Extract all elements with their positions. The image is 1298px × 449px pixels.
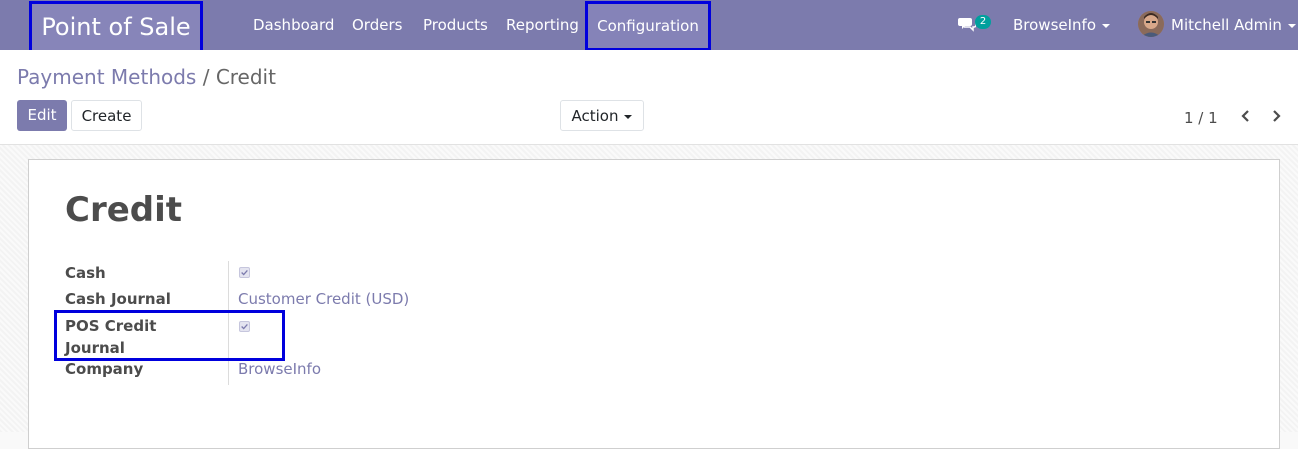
menu-reporting[interactable]: Reporting (506, 0, 579, 50)
menu-products[interactable]: Products (423, 0, 488, 50)
company-switcher[interactable]: BrowseInfo (1013, 0, 1111, 50)
menu-configuration[interactable]: Configuration (585, 1, 711, 51)
action-dropdown[interactable]: Action (560, 100, 644, 131)
chevron-down-icon (1287, 23, 1296, 28)
control-panel: Payment Methods / Credit Edit Create Act… (0, 50, 1298, 145)
check-icon (241, 270, 248, 276)
create-button[interactable]: Create (71, 100, 142, 131)
chevron-down-icon (624, 114, 633, 119)
message-count-badge: 2 (975, 15, 991, 29)
record-title: Credit (65, 190, 183, 230)
menu-dashboard[interactable]: Dashboard (253, 0, 334, 50)
edit-button[interactable]: Edit (17, 100, 67, 131)
pager-value[interactable]: 1 / 1 (1184, 109, 1218, 127)
app-brand[interactable]: Point of Sale (29, 1, 203, 54)
company-name: BrowseInfo (1013, 16, 1097, 34)
breadcrumb: Payment Methods / Credit (17, 65, 276, 89)
breadcrumb-separator: / (196, 65, 216, 89)
chat-icon[interactable] (958, 16, 976, 32)
chevron-down-icon (1102, 23, 1111, 28)
top-navbar: Point of Sale Dashboard Orders Products … (0, 0, 1298, 54)
field-label-cash-journal: Cash Journal (65, 290, 171, 308)
highlight-annotation (54, 310, 285, 361)
chevron-right-icon[interactable] (1269, 108, 1283, 124)
user-name: Mitchell Admin (1171, 16, 1282, 34)
field-label-cash: Cash (65, 264, 106, 282)
avatar[interactable] (1138, 11, 1164, 37)
chevron-left-icon[interactable] (1239, 108, 1253, 124)
action-label: Action (571, 107, 619, 125)
breadcrumb-parent-link[interactable]: Payment Methods (17, 65, 196, 89)
company-link[interactable]: BrowseInfo (238, 358, 321, 380)
form-sheet: Credit Cash Cash Journal Customer Credit… (28, 159, 1280, 449)
menu-orders[interactable]: Orders (352, 0, 402, 50)
cash-checkbox[interactable] (239, 267, 250, 278)
breadcrumb-current: Credit (215, 65, 276, 89)
user-menu[interactable]: Mitchell Admin (1171, 0, 1296, 50)
cash-journal-link[interactable]: Customer Credit (USD) (238, 288, 409, 310)
field-label-company: Company (65, 360, 144, 378)
